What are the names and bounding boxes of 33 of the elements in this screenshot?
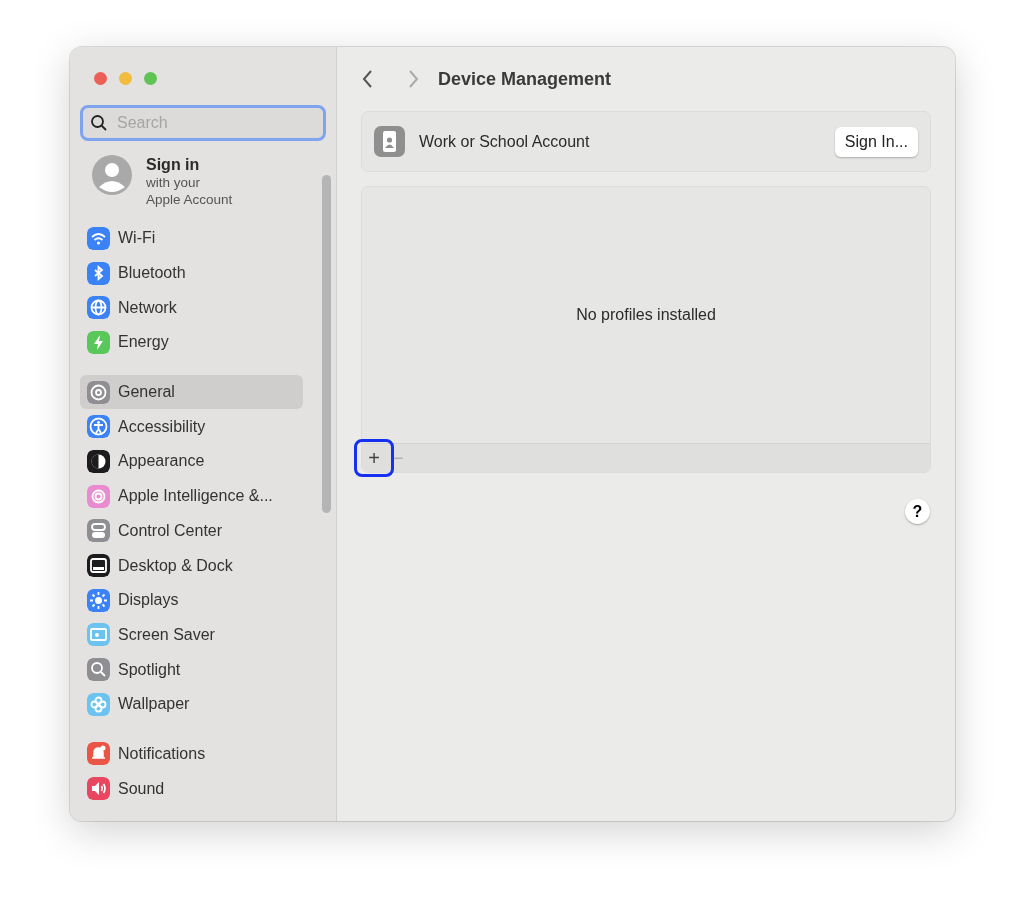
zoom-button[interactable] — [144, 72, 157, 85]
window-title: Device Management — [438, 67, 612, 91]
sidebar-item[interactable]: Bluetooth — [80, 255, 303, 291]
sidebar-item[interactable]: Appearance — [80, 444, 303, 479]
sidebar-item[interactable]: Sound — [80, 771, 303, 806]
sign-in-button[interactable]: Sign In... — [834, 126, 918, 157]
forward-icon[interactable] — [406, 69, 420, 89]
sidebar-item[interactable]: Apple Intelligence &... — [80, 478, 303, 514]
sidebar-item[interactable]: Notifications — [80, 736, 303, 772]
avatar-icon — [92, 154, 132, 195]
sidebar-item[interactable]: General — [80, 374, 303, 410]
minimize-button[interactable] — [119, 72, 132, 85]
search-icon — [90, 113, 108, 132]
scrollbar[interactable] — [322, 175, 331, 513]
add-button[interactable]: + — [359, 444, 389, 472]
account-subtitle: with your Apple Account — [146, 173, 233, 208]
sidebar-item[interactable]: Spotlight — [80, 652, 303, 687]
sidebar-item[interactable]: Control Center — [80, 513, 303, 549]
sidebar-item[interactable]: Displays — [80, 582, 303, 618]
close-button[interactable] — [94, 72, 107, 85]
id-badge-icon — [374, 126, 405, 157]
sidebar-item[interactable]: Network — [80, 290, 303, 326]
sidebar-item[interactable]: Desktop & Dock — [80, 548, 303, 583]
account-title[interactable]: Sign in — [146, 154, 233, 174]
account-label: Work or School Account — [419, 131, 590, 152]
empty-message: No profiles installed — [576, 305, 716, 325]
back-icon[interactable] — [361, 69, 375, 89]
sidebar-item[interactable]: Wi-Fi — [80, 221, 303, 256]
sidebar-item[interactable]: Accessibility — [80, 409, 303, 445]
sidebar-item[interactable]: Screen Saver — [80, 617, 303, 653]
sidebar-item[interactable]: Wallpaper — [80, 686, 303, 722]
help-button[interactable]: ? — [905, 499, 930, 524]
sidebar-item[interactable]: Energy — [80, 325, 303, 360]
